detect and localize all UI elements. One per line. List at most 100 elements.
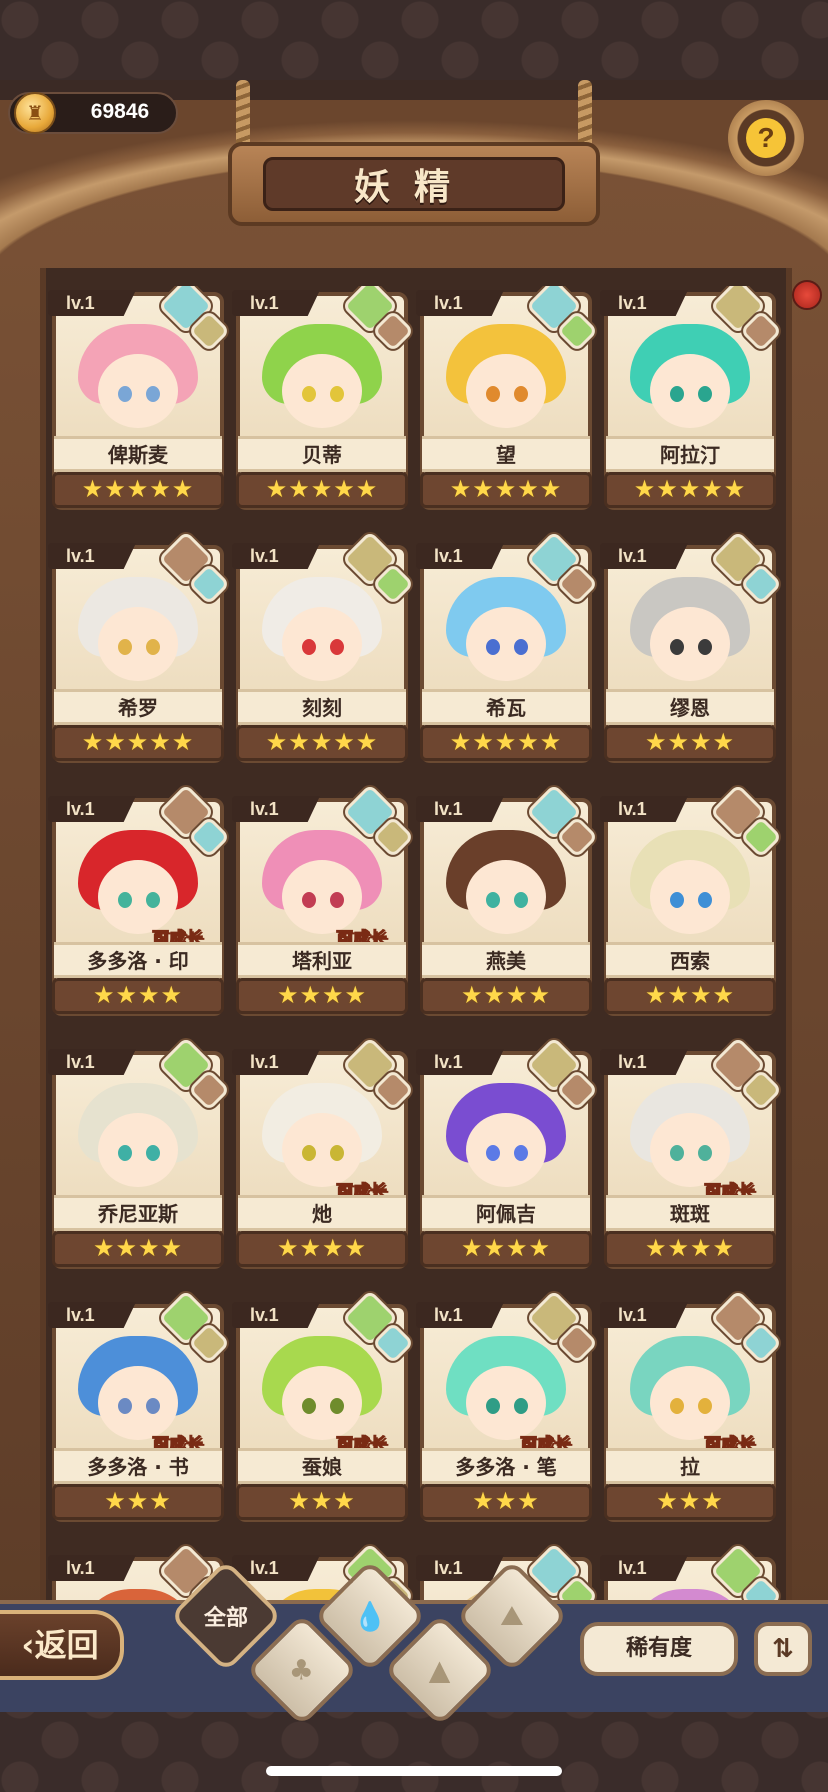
fairy-card[interactable]: lv.1 贝蒂 ★★★★★ <box>232 286 415 514</box>
fairy-name: 拉 <box>606 1448 774 1484</box>
fairy-card[interactable]: lv.1 可成长 斑斑 ★★★★ <box>600 1036 783 1273</box>
portrait-eye <box>118 892 132 908</box>
back-button[interactable]: ‹返回 <box>0 1610 124 1680</box>
portrait-face <box>98 1366 178 1440</box>
portrait-eye <box>514 1398 528 1414</box>
portrait-eye <box>698 892 712 908</box>
fairy-portrait <box>622 324 758 440</box>
portrait-eye <box>670 639 684 655</box>
fairy-card[interactable]: lv.1 可成长 多多洛 · 书 ★★★ <box>48 1289 231 1526</box>
fairy-name: 多多洛 · 书 <box>54 1448 222 1484</box>
fairy-name: 多多洛 · 印 <box>54 942 222 978</box>
fairy-name: 刻刻 <box>238 689 406 725</box>
portrait-face <box>466 354 546 428</box>
portrait-eye <box>670 386 684 402</box>
fairy-portrait <box>70 577 206 693</box>
fairy-card[interactable]: lv.1 阿拉汀 ★★★★★ <box>600 286 783 514</box>
ladybug-scroll-icon[interactable] <box>792 280 822 310</box>
portrait-face <box>466 607 546 681</box>
level-tag: lv.1 <box>48 1555 136 1581</box>
level-tag: lv.1 <box>416 543 504 569</box>
fairy-card[interactable]: lv.1 阿佩吉 ★★★★ <box>416 1036 599 1273</box>
question-sprout-icon: ? <box>746 118 786 158</box>
fairy-portrait <box>254 577 390 693</box>
portrait-face <box>282 607 362 681</box>
portrait-eye <box>330 892 344 908</box>
fairy-name: 乔尼亚斯 <box>54 1195 222 1231</box>
fairy-card[interactable]: lv.1 西索 ★★★★ <box>600 783 783 1020</box>
fairy-card[interactable]: lv.1 可成长 蚕娘 ★★★ <box>232 1289 415 1526</box>
fairy-card[interactable]: lv.1 可成长 塔利亚 ★★★★ <box>232 783 415 1020</box>
portrait-eye <box>302 1398 316 1414</box>
fairy-card[interactable]: lv.1 可成长 多多洛 · 笔 ★★★ <box>416 1289 599 1526</box>
sort-rarity-button[interactable]: 稀有度 <box>580 1622 738 1676</box>
star-rating: ★★★★★ <box>52 725 224 761</box>
level-tag: lv.1 <box>232 796 320 822</box>
portrait-eye <box>670 892 684 908</box>
sort-order-button[interactable]: ⇅ <box>754 1622 812 1676</box>
fairy-name: 阿佩吉 <box>422 1195 590 1231</box>
level-tag: lv.1 <box>48 1049 136 1075</box>
portrait-face <box>282 860 362 934</box>
fairy-name: 西索 <box>606 942 774 978</box>
portrait-face <box>98 1113 178 1187</box>
coin-counter: ♜ 69846 <box>8 92 178 134</box>
portrait-eye <box>486 1145 500 1161</box>
level-tag: lv.1 <box>600 290 688 316</box>
coin-value: 69846 <box>90 100 150 123</box>
portrait-eye <box>486 892 500 908</box>
fairy-card[interactable]: lv.1 可成长拉 ★★★ <box>600 1289 783 1526</box>
help-button[interactable]: ? <box>728 100 804 176</box>
fairy-portrait <box>438 324 574 440</box>
fairy-name: 塔利亚 <box>238 942 406 978</box>
level-tag: lv.1 <box>232 1555 320 1581</box>
portrait-face <box>282 1366 362 1440</box>
fairy-portrait <box>70 324 206 440</box>
fairy-card[interactable]: lv.1 俾斯麦 ★★★★★ <box>48 286 231 514</box>
title-sign: 妖精 <box>228 142 600 226</box>
fairy-card[interactable]: lv.1 缪恩 ★★★★ <box>600 530 783 767</box>
fairy-card[interactable]: lv.1 刻刻 ★★★★★ <box>232 530 415 767</box>
star-rating: ★★★★ <box>236 1231 408 1267</box>
fairy-card[interactable]: lv.1 希罗 ★★★★★ <box>48 530 231 767</box>
star-rating: ★★★★ <box>420 978 592 1014</box>
fairy-card[interactable]: lv.1 可成长 多多洛 · 印 ★★★★ <box>48 783 231 1020</box>
portrait-eye <box>698 1145 712 1161</box>
portrait-eye <box>514 1145 528 1161</box>
portrait-face <box>98 860 178 934</box>
fairy-card[interactable]: lv.1 望 ★★★★★ <box>416 286 599 514</box>
portrait-eye <box>118 386 132 402</box>
portrait-eye <box>698 386 712 402</box>
portrait-eye <box>486 639 500 655</box>
home-indicator[interactable] <box>266 1766 562 1776</box>
fairy-portrait <box>70 1083 206 1199</box>
mountain-icon: ⛰ <box>500 1599 524 1632</box>
level-tag: lv.1 <box>416 796 504 822</box>
portrait-face <box>650 354 730 428</box>
portrait-face <box>98 607 178 681</box>
fairy-name: 望 <box>422 436 590 472</box>
plant-icon: ♣ <box>289 1653 315 1687</box>
water-icon: 💧 <box>352 1599 388 1633</box>
portrait-eye <box>514 386 528 402</box>
portrait-eye <box>146 1398 160 1414</box>
portrait-eye <box>146 639 160 655</box>
portrait-eye <box>146 386 160 402</box>
level-tag: lv.1 <box>416 1555 504 1581</box>
portrait-eye <box>330 386 344 402</box>
fairy-name: 斑斑 <box>606 1195 774 1231</box>
star-rating: ★★★ <box>236 1484 408 1520</box>
fairy-name: 贝蒂 <box>238 436 406 472</box>
level-tag: lv.1 <box>416 290 504 316</box>
portrait-eye <box>118 1398 132 1414</box>
fairy-card[interactable]: lv.1 希瓦 ★★★★★ <box>416 530 599 767</box>
level-tag: lv.1 <box>600 1302 688 1328</box>
portrait-face <box>650 1113 730 1187</box>
fairy-card[interactable]: lv.1 乔尼亚斯 ★★★★ <box>48 1036 231 1273</box>
fairy-grid: lv.1 俾斯麦 ★★★★★ lv.1 贝蒂 ★★★★★ lv.1 望 ★★★★★ lv.1 阿拉汀… <box>48 286 784 1610</box>
fairy-card[interactable]: lv.1 可成长灺 ★★★★ <box>232 1036 415 1273</box>
level-tag: lv.1 <box>48 796 136 822</box>
fairy-card[interactable]: lv.1 燕美 ★★★★ <box>416 783 599 1020</box>
level-tag: lv.1 <box>48 1302 136 1328</box>
portrait-eye <box>330 639 344 655</box>
